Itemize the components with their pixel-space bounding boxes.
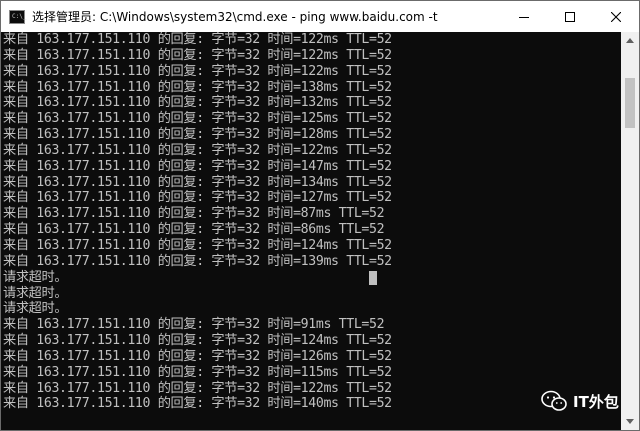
console-line: 来自 163.177.151.110 的回复: 字节=32 时间=124ms T… bbox=[3, 237, 392, 253]
cmd-icon-glyph: C:\_ bbox=[12, 12, 27, 20]
console-line: 来自 163.177.151.110 的回复: 字节=32 时间=139ms T… bbox=[3, 253, 392, 269]
console-line: 来自 163.177.151.110 的回复: 字节=32 时间=86ms TT… bbox=[3, 222, 385, 238]
console-line: 来自 163.177.151.110 的回复: 字节=32 时间=115ms T… bbox=[3, 364, 392, 380]
console-line: 来自 163.177.151.110 的回复: 字节=32 时间=122ms T… bbox=[3, 32, 392, 47]
console-line: 来自 163.177.151.110 的回复: 字节=32 时间=124ms T… bbox=[3, 333, 392, 349]
close-button[interactable] bbox=[593, 1, 639, 32]
console-line: 来自 163.177.151.110 的回复: 字节=32 时间=91ms TT… bbox=[3, 317, 385, 333]
vertical-scrollbar[interactable] bbox=[621, 32, 639, 430]
console-line: 来自 163.177.151.110 的回复: 字节=32 时间=122ms T… bbox=[3, 47, 392, 63]
cmd-icon[interactable]: C:\_ bbox=[9, 9, 27, 24]
maximize-icon bbox=[565, 11, 575, 22]
maximize-button[interactable] bbox=[547, 1, 593, 32]
console-line: 来自 163.177.151.110 的回复: 字节=32 时间=127ms T… bbox=[3, 190, 392, 206]
wechat-icon bbox=[541, 390, 567, 411]
close-icon bbox=[611, 11, 621, 22]
console-line: 请求超时。 bbox=[3, 301, 68, 317]
console-output[interactable]: 来自 163.177.151.110 的回复: 字节=32 时间=122ms T… bbox=[1, 32, 621, 430]
console-line: 来自 163.177.151.110 的回复: 字节=32 时间=128ms T… bbox=[3, 127, 392, 143]
window-title: 选择管理员: C:\Windows\system32\cmd.exe - pin… bbox=[32, 10, 438, 24]
cmd-window: C:\_ 选择管理员: C:\Windows\system32\cmd.exe … bbox=[0, 0, 640, 431]
console-line: 来自 163.177.151.110 的回复: 字节=32 时间=125ms T… bbox=[3, 111, 392, 127]
console-line: 来自 163.177.151.110 的回复: 字节=32 时间=147ms T… bbox=[3, 158, 392, 174]
scroll-down-icon bbox=[626, 419, 634, 424]
console-line: 来自 163.177.151.110 的回复: 字节=32 时间=122ms T… bbox=[3, 380, 392, 396]
console-line: 请求超时。 bbox=[3, 269, 68, 285]
watermark-text: IT外包 bbox=[573, 392, 619, 411]
console-line: 来自 163.177.151.110 的回复: 字节=32 时间=126ms T… bbox=[3, 348, 392, 364]
scroll-thumb[interactable] bbox=[625, 78, 635, 128]
scroll-down-button[interactable] bbox=[621, 413, 639, 430]
console-line: 来自 163.177.151.110 的回复: 字节=32 时间=138ms T… bbox=[3, 79, 392, 95]
console-line: 来自 163.177.151.110 的回复: 字节=32 时间=134ms T… bbox=[3, 174, 392, 190]
console-line: 来自 163.177.151.110 的回复: 字节=32 时间=87ms TT… bbox=[3, 206, 385, 222]
console-line: 来自 163.177.151.110 的回复: 字节=32 时间=122ms T… bbox=[3, 63, 392, 79]
title-bar[interactable]: C:\_ 选择管理员: C:\Windows\system32\cmd.exe … bbox=[1, 1, 639, 32]
window-controls bbox=[501, 1, 639, 32]
text-cursor bbox=[369, 271, 377, 285]
scroll-up-button[interactable] bbox=[621, 32, 639, 49]
scroll-up-icon bbox=[626, 38, 634, 43]
minimize-button[interactable] bbox=[501, 1, 547, 32]
console-line: 来自 163.177.151.110 的回复: 字节=32 时间=140ms T… bbox=[3, 396, 392, 412]
console-line: 请求超时。 bbox=[3, 285, 68, 301]
watermark: IT外包 bbox=[541, 390, 619, 412]
console-line: 来自 163.177.151.110 的回复: 字节=32 时间=132ms T… bbox=[3, 95, 392, 111]
console-lines: 来自 163.177.151.110 的回复: 字节=32 时间=122ms T… bbox=[3, 32, 392, 412]
minimize-icon bbox=[519, 16, 529, 18]
console-line: 来自 163.177.151.110 的回复: 字节=32 时间=122ms T… bbox=[3, 142, 392, 158]
